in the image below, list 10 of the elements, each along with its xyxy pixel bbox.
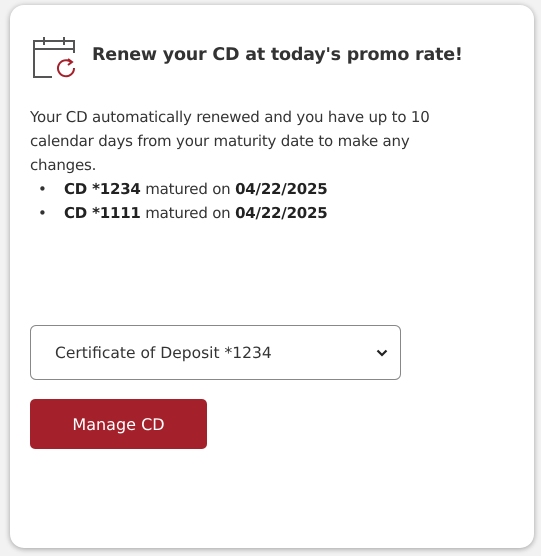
manage-cd-button[interactable]: Manage CD [30, 399, 207, 449]
matured-item: CD *1111 matured on 04/22/2025 [64, 203, 328, 224]
bullet: • [38, 179, 48, 200]
calendar-refresh-icon [30, 35, 78, 79]
message-text: Your CD automatically renewed and you have up to 10 calendar days from your maturity date to make any changes. [30, 107, 430, 176]
card-title: Renew your CD at today's promo rate! [92, 45, 463, 65]
bullet: • [38, 203, 48, 224]
account-dropdown[interactable]: Certificate of Deposit *1234 [30, 325, 401, 380]
matured-item: CD *1234 matured on 04/22/2025 [64, 179, 328, 200]
chevron-down-icon [376, 348, 388, 356]
